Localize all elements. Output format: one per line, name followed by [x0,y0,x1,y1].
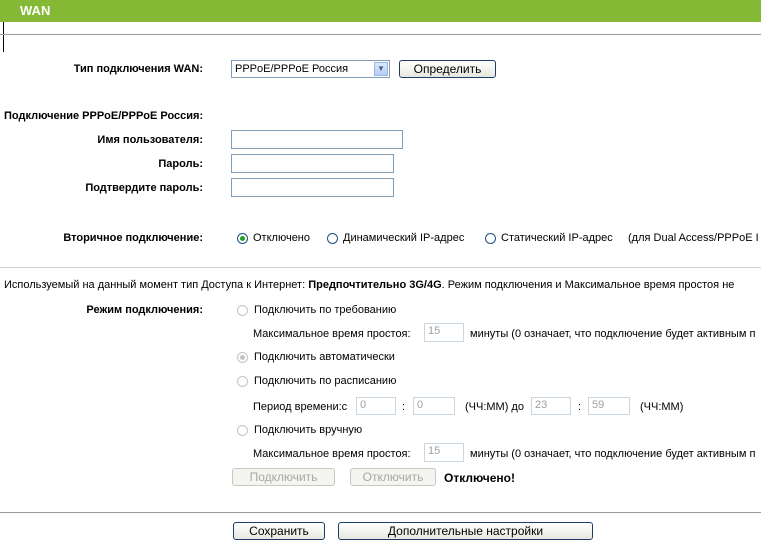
disconnect-button[interactable]: Отключить [350,468,436,486]
secondary-radio-disabled[interactable] [237,233,248,244]
password-label: Пароль: [158,158,203,170]
mode-radio-schedule[interactable] [237,376,248,387]
mode-on-demand-label: Подключить по требованию [254,304,397,316]
advanced-settings-button[interactable]: Дополнительные настройки [338,522,593,540]
username-label: Имя пользователя: [97,134,203,146]
info-suffix: . Режим подключения и Максимальное время… [441,279,735,291]
confirm-password-input[interactable] [231,178,394,197]
detect-button[interactable]: Определить [399,60,496,78]
info-divider [0,267,761,268]
save-button[interactable]: Сохранить [233,522,325,540]
secondary-note: (для Dual Access/PPPoE I [628,232,759,244]
wan-type-select[interactable]: PPPoE/PPPoE Россия ▼ [231,60,390,78]
time-colon-1: : [402,401,406,413]
mode-radio-auto[interactable] [237,352,248,363]
from-hour-input[interactable]: 0 [356,397,396,415]
info-prefix: Используемый на данный момент тип Доступ… [4,279,309,291]
page-title: WAN [20,3,51,18]
secondary-option-static: Статический IP-адрес [501,232,613,244]
mode-label: Режим подключения: [86,304,203,316]
secondary-option-disabled: Отключено [253,232,310,244]
secondary-radio-dynamic[interactable] [327,233,338,244]
secondary-label: Вторичное подключение: [63,232,203,244]
mode-manual-label: Подключить вручную [254,424,363,436]
idle-time-note-2: минуты (0 означает, что подключение буде… [470,448,756,460]
mode-radio-manual[interactable] [237,425,248,436]
to-hour-input[interactable]: 23 [531,397,571,415]
wan-type-selected: PPPoE/PPPoE Россия [235,63,349,75]
idle-time-label-2: Максимальное время простоя: [253,448,411,460]
footer-divider [0,512,761,513]
mode-schedule-label: Подключить по расписанию [254,375,397,387]
wan-type-label: Тип подключения WAN: [73,63,203,75]
time-colon-2: : [578,401,582,413]
password-input[interactable] [231,154,394,173]
connect-button[interactable]: Подключить [232,468,335,486]
idle-time-input-1[interactable]: 15 [424,323,464,342]
left-border-line [3,22,4,52]
secondary-radio-static[interactable] [485,233,496,244]
pppoe-section-title: Подключение PPPoE/PPPoE Россия: [4,110,204,122]
from-minute-input[interactable]: 0 [413,397,455,415]
idle-time-label-1: Максимальное время простоя: [253,328,411,340]
secondary-option-dynamic: Динамический IP-адрес [343,232,465,244]
confirm-password-label: Подтвердите пароль: [85,182,203,194]
to-minute-input[interactable]: 59 [588,397,630,415]
idle-time-input-2[interactable]: 15 [424,443,464,462]
connection-status: Отключено! [444,471,515,485]
info-highlight: Предпочтительно 3G/4G [308,279,442,291]
period-label: Период времени:с [253,401,348,413]
mode-radio-on-demand[interactable] [237,305,248,316]
mode-auto-label: Подключить автоматически [254,351,395,363]
username-input[interactable] [231,130,403,149]
chevron-down-icon[interactable]: ▼ [374,62,388,76]
hhmm-label: (ЧЧ:ММ) [640,401,684,413]
hhmm-to-label: (ЧЧ:ММ) до [465,401,524,413]
info-line: Используемый на данный момент тип Доступ… [4,279,734,291]
header-divider [0,34,761,35]
idle-time-note-1: минуты (0 означает, что подключение буде… [470,328,756,340]
page-header: WAN [0,0,761,22]
